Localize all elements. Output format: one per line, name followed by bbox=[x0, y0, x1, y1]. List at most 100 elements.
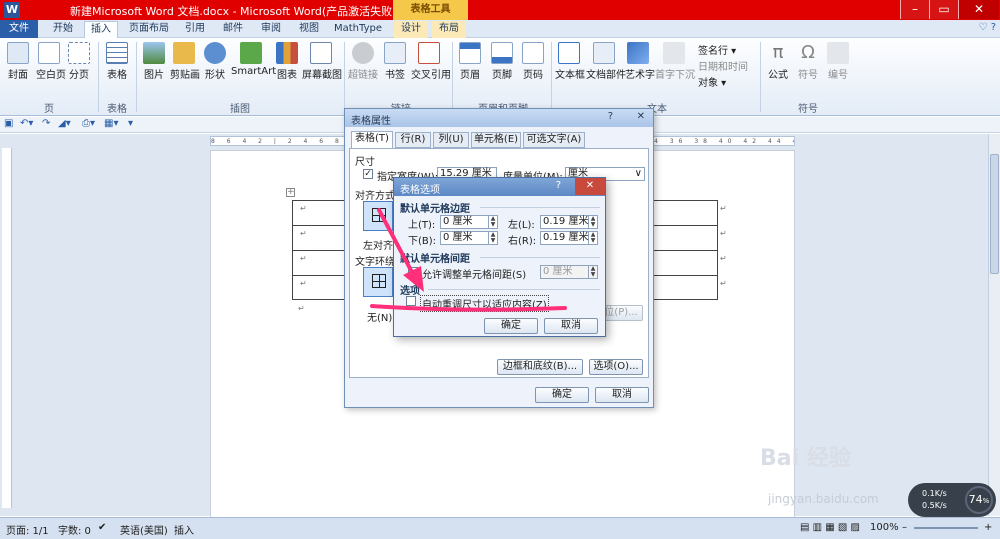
undo-icon[interactable]: ↶▾ bbox=[20, 118, 33, 129]
restore-button[interactable]: ▭ bbox=[929, 0, 958, 19]
shapes-button[interactable]: 形状 bbox=[204, 42, 226, 81]
print-preview-icon[interactable]: ⎙▾ bbox=[82, 118, 95, 129]
autoresize-checkbox[interactable] bbox=[406, 296, 416, 306]
proofing-icon[interactable]: ✔ bbox=[98, 522, 106, 533]
screenshot-button[interactable]: 屏幕截图 bbox=[302, 42, 342, 81]
zoom-in-button[interactable]: + bbox=[984, 522, 992, 533]
hyperlink-button[interactable]: 超链接 bbox=[348, 42, 378, 81]
tab-cell[interactable]: 单元格(E) bbox=[471, 132, 521, 148]
spacing-input[interactable]: 0 厘米 ▲ ▼ bbox=[540, 265, 598, 279]
header-button[interactable]: 页眉 bbox=[458, 42, 482, 81]
bookmark-button[interactable]: 书签 bbox=[384, 42, 406, 81]
vertical-scrollbar[interactable] bbox=[988, 134, 1000, 516]
cancel-button[interactable]: 取消 bbox=[595, 387, 649, 403]
left-margin-input[interactable]: 0.19 厘米 ▲ ▼ bbox=[540, 215, 598, 229]
spinner-arrows-icon[interactable]: ▲ ▼ bbox=[588, 232, 597, 244]
tab-view[interactable]: 视图 bbox=[294, 21, 324, 38]
minimize-button[interactable]: – bbox=[900, 0, 929, 19]
word-app-icon[interactable]: W bbox=[4, 2, 20, 18]
page-break-button[interactable]: 分页 bbox=[68, 42, 90, 81]
signature-line-button[interactable]: 签名行 ▾ bbox=[698, 42, 736, 57]
date-time-button[interactable]: 日期和时间 bbox=[698, 58, 748, 73]
tab-home[interactable]: 开始 bbox=[44, 21, 82, 38]
title-bar: W 新建Microsoft Word 文档.docx - Microsoft W… bbox=[0, 0, 1000, 20]
tab-design[interactable]: 设计 bbox=[394, 21, 428, 38]
number-button[interactable]: 编号 bbox=[826, 42, 850, 81]
preferred-width-checkbox[interactable]: ✓ bbox=[363, 169, 373, 179]
spinner-arrows-icon[interactable]: ▲ ▼ bbox=[588, 266, 597, 278]
spinner-arrows-icon[interactable]: ▲ ▼ bbox=[488, 232, 497, 244]
ok-button[interactable]: 确定 bbox=[535, 387, 589, 403]
object-button[interactable]: 对象 ▾ bbox=[698, 74, 726, 89]
spinner-arrows-icon[interactable]: ▲ ▼ bbox=[588, 216, 597, 228]
page-count[interactable]: 页面: 1/1 bbox=[6, 522, 49, 537]
symbol-button[interactable]: Ω 符号 bbox=[796, 42, 820, 81]
tab-mathtype[interactable]: MathType bbox=[332, 21, 384, 38]
help-icon[interactable]: ♡ ? bbox=[979, 22, 996, 33]
table-move-handle[interactable]: + bbox=[286, 188, 295, 197]
help-button[interactable]: ? bbox=[608, 111, 613, 122]
cover-page-button[interactable]: 封面 bbox=[6, 42, 30, 81]
cancel-button[interactable]: 取消 bbox=[544, 318, 598, 334]
scrollbar-thumb[interactable] bbox=[990, 154, 999, 274]
symbol-label: 符号 bbox=[798, 70, 818, 81]
quick-parts-button[interactable]: 文档部件 bbox=[586, 42, 626, 81]
dialog-title: 表格属性 bbox=[351, 116, 391, 127]
tab-column[interactable]: 列(U) bbox=[433, 132, 469, 148]
smartart-button[interactable]: SmartArt bbox=[231, 42, 277, 77]
bottom-margin-input[interactable]: 0 厘米 ▲ ▼ bbox=[440, 231, 498, 245]
chart-button[interactable]: 图表 bbox=[276, 42, 298, 81]
options-button[interactable]: 选项(O)... bbox=[589, 359, 643, 375]
tab-mailings[interactable]: 邮件 bbox=[218, 21, 248, 38]
help-button[interactable]: ? bbox=[556, 180, 561, 191]
wordart-label: 艺术字 bbox=[625, 70, 655, 81]
tab-references[interactable]: 引用 bbox=[180, 21, 210, 38]
equation-button[interactable]: π 公式 bbox=[766, 42, 790, 81]
text-box-button[interactable]: 文本框 bbox=[555, 42, 585, 81]
table-button[interactable]: 表格 bbox=[104, 42, 130, 81]
drop-cap-button[interactable]: 首字下沉 bbox=[655, 42, 695, 81]
save-icon[interactable]: ▣ bbox=[4, 118, 13, 129]
page-number-button[interactable]: 页码 bbox=[521, 42, 545, 81]
top-margin-input[interactable]: 0 厘米 ▲ ▼ bbox=[440, 215, 498, 229]
tab-page-layout[interactable]: 页面布局 bbox=[124, 21, 174, 38]
picture-button[interactable]: 图片 bbox=[142, 42, 166, 81]
tab-table[interactable]: 表格(T) bbox=[351, 131, 393, 149]
right-margin-input[interactable]: 0.19 厘米 ▲ ▼ bbox=[540, 231, 598, 245]
chart-label: 图表 bbox=[277, 70, 297, 81]
format-painter-icon[interactable]: ◢▾ bbox=[58, 118, 71, 129]
quick-parts-icon bbox=[593, 42, 615, 64]
view-buttons-icon[interactable]: ▤ ▥ ▦ ▧ ▨ bbox=[800, 522, 860, 533]
table-insert-icon[interactable]: ▦▾ bbox=[104, 118, 118, 129]
close-icon[interactable]: ✕ bbox=[637, 111, 645, 122]
close-icon[interactable]: ✕ bbox=[575, 178, 605, 195]
tab-file[interactable]: 文件 bbox=[0, 20, 38, 38]
tab-alt-text[interactable]: 可选文字(A) bbox=[523, 132, 585, 148]
blank-page-button[interactable]: 空白页 bbox=[36, 42, 66, 81]
zoom-level[interactable]: 100% bbox=[870, 522, 899, 533]
align-left-option[interactable] bbox=[363, 201, 393, 231]
smartart-label: SmartArt bbox=[231, 66, 277, 77]
zoom-out-button[interactable]: – bbox=[902, 522, 907, 533]
clip-art-button[interactable]: 剪贴画 bbox=[170, 42, 200, 81]
close-button[interactable]: ✕ bbox=[958, 0, 999, 19]
word-count[interactable]: 字数: 0 bbox=[58, 522, 91, 537]
insert-mode[interactable]: 插入 bbox=[174, 522, 194, 537]
allow-spacing-checkbox[interactable] bbox=[408, 267, 418, 277]
tab-layout[interactable]: 布局 bbox=[432, 21, 466, 38]
cross-reference-label: 交叉引用 bbox=[411, 70, 451, 81]
spinner-arrows-icon[interactable]: ▲ ▼ bbox=[488, 216, 497, 228]
tab-insert[interactable]: 插入 bbox=[84, 21, 118, 38]
borders-shading-button[interactable]: 边框和底纹(B)... bbox=[497, 359, 583, 375]
footer-button[interactable]: 页脚 bbox=[490, 42, 514, 81]
language[interactable]: 英语(美国) bbox=[120, 522, 168, 537]
wrap-none-option[interactable] bbox=[363, 267, 393, 297]
customize-qat-icon[interactable]: ▾ bbox=[128, 118, 133, 129]
wordart-button[interactable]: 艺术字 bbox=[625, 42, 655, 81]
ok-button[interactable]: 确定 bbox=[484, 318, 538, 334]
tab-review[interactable]: 审阅 bbox=[256, 21, 286, 38]
redo-icon[interactable]: ↷ bbox=[42, 118, 50, 129]
zoom-slider[interactable] bbox=[914, 527, 978, 529]
tab-row[interactable]: 行(R) bbox=[395, 132, 431, 148]
cross-reference-button[interactable]: 交叉引用 bbox=[411, 42, 451, 81]
